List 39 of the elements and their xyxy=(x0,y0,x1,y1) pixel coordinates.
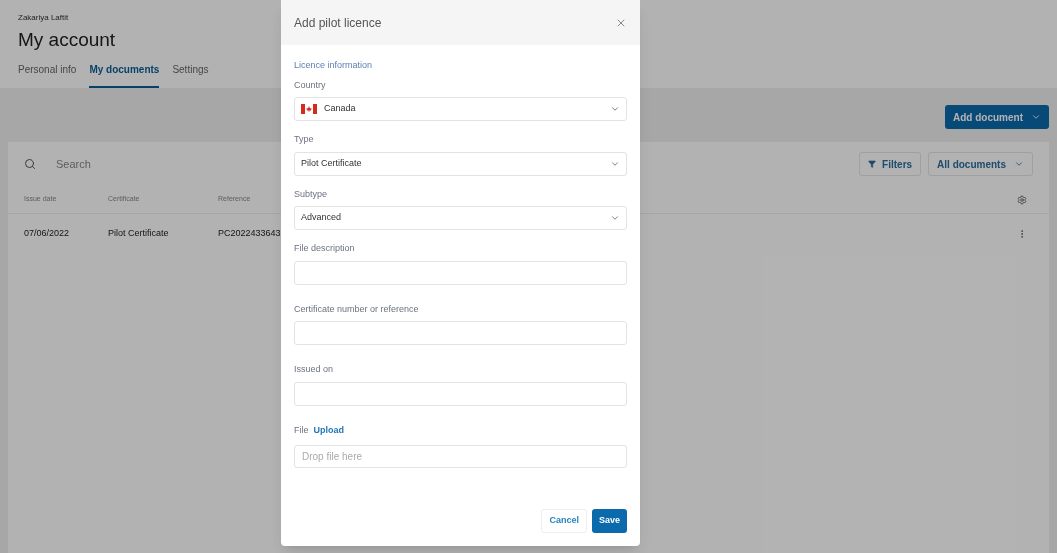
file-drop-field[interactable]: Drop file here xyxy=(294,445,627,468)
field-label: Type xyxy=(294,133,315,146)
tab[interactable]: My documents xyxy=(89,62,160,88)
chevron-down-icon xyxy=(610,104,620,114)
search-field[interactable]: Search xyxy=(56,155,256,173)
section-heading: Licence information xyxy=(294,59,374,72)
save-button[interactable]: Save xyxy=(591,509,627,533)
table-cell-text: Pilot Certificate xyxy=(108,227,170,241)
select-field[interactable]: Canada xyxy=(294,97,627,121)
field-label: File description xyxy=(294,242,356,255)
flag-icon xyxy=(301,104,317,114)
input-field[interactable] xyxy=(294,321,627,345)
field-label: Certificate number or reference xyxy=(294,302,420,316)
table-cell: PC2022433643 xyxy=(218,227,281,241)
field-label: Country xyxy=(294,78,327,92)
chevron-down-icon xyxy=(1031,112,1041,122)
input-field[interactable] xyxy=(294,260,627,285)
add-document-button[interactable]: Add document xyxy=(945,105,1049,129)
table-cell-text: 07/06/2022 xyxy=(24,227,71,241)
field-label: Subtype xyxy=(294,187,329,201)
select-field[interactable]: Pilot Certificate xyxy=(294,151,627,176)
page-title: My account xyxy=(18,28,117,52)
field-label: File xyxy=(294,423,309,437)
search-icon xyxy=(24,158,36,170)
chevron-down-icon xyxy=(1014,159,1024,169)
filter-icon xyxy=(868,160,877,168)
tab[interactable]: Personal info xyxy=(18,62,77,88)
settings-icon[interactable] xyxy=(1017,194,1027,205)
input-field[interactable] xyxy=(294,381,627,406)
field-label: Issued on xyxy=(294,363,335,376)
chevron-down-icon xyxy=(610,213,620,223)
filters-button[interactable]: Filters xyxy=(859,152,922,176)
select-field[interactable]: Advanced xyxy=(294,206,627,230)
tab[interactable]: Settings xyxy=(172,62,209,88)
cancel-button[interactable]: Cancel xyxy=(541,509,587,533)
user-name: Zakariya Laftit xyxy=(18,12,69,24)
dialog-title: Add pilot licence xyxy=(294,14,382,32)
document-view-select[interactable]: All documents xyxy=(928,152,1033,176)
upload-link[interactable]: Upload xyxy=(313,423,344,437)
